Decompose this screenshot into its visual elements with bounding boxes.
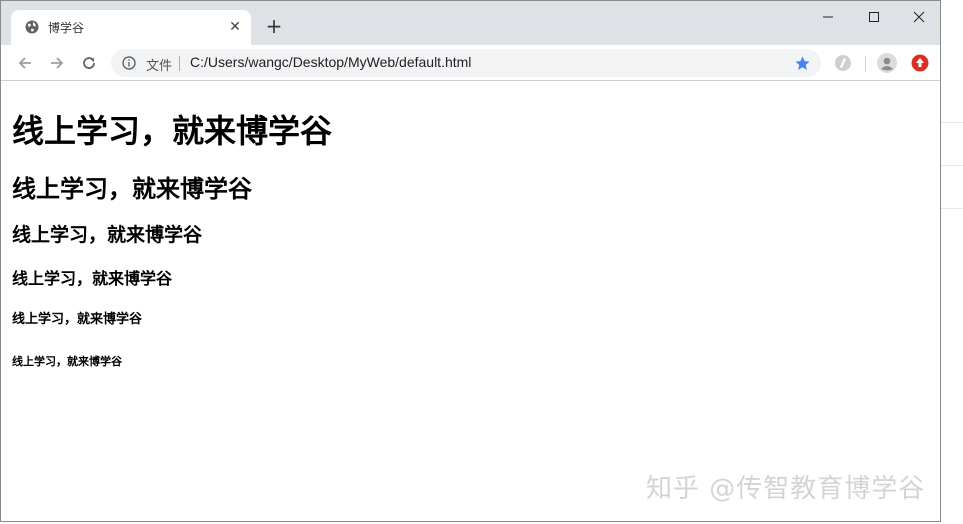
minimize-button[interactable]: [805, 1, 851, 33]
arrow-right-icon: [51, 57, 64, 69]
arrow-left-icon: [18, 57, 31, 69]
tab-close-icon[interactable]: ✕: [227, 19, 243, 35]
star-icon[interactable]: [794, 55, 811, 72]
globe-icon: [25, 20, 39, 34]
background-strip: [941, 0, 963, 524]
minimize-icon: [823, 16, 833, 18]
update-icon[interactable]: [911, 54, 929, 72]
extension-icon[interactable]: [834, 54, 852, 72]
background-divider: [941, 122, 963, 123]
reload-button[interactable]: [77, 51, 101, 75]
browser-tab[interactable]: 博学谷 ✕: [11, 10, 251, 45]
heading-4: 线上学习，就来博学谷: [12, 269, 173, 288]
url-text[interactable]: C:/Users/wangc/Desktop/MyWeb/default.htm…: [190, 54, 471, 70]
heading-5: 线上学习，就来博学谷: [12, 312, 143, 327]
forward-button[interactable]: [45, 51, 69, 75]
watermark: 知乎 @传智教育博学谷: [646, 474, 926, 504]
back-button[interactable]: [13, 51, 37, 75]
heading-2: 线上学习，就来博学谷: [12, 175, 252, 203]
title-bar: 博学谷 ✕ +: [1, 1, 940, 45]
maximize-icon: [869, 12, 879, 22]
heading-6: 线上学习，就来博学谷: [12, 355, 122, 368]
toolbar-divider: [865, 56, 866, 72]
tab-title: 博学谷: [48, 21, 85, 35]
heading-3: 线上学习，就来博学谷: [12, 224, 203, 246]
close-window-button[interactable]: [896, 1, 940, 33]
close-icon: [913, 11, 925, 23]
background-divider: [941, 208, 963, 209]
reload-icon: [83, 57, 95, 69]
avatar-icon[interactable]: [877, 53, 897, 73]
new-tab-button[interactable]: +: [263, 15, 285, 37]
maximize-button[interactable]: [851, 1, 897, 33]
address-bar[interactable]: 文件 C:/Users/wangc/Desktop/MyWeb/default.…: [111, 49, 821, 77]
heading-1: 线上学习，就来博学谷: [12, 112, 333, 150]
info-icon[interactable]: [122, 56, 136, 70]
browser-window: 博学谷 ✕ + 文件 C:/Users/wangc/Desktop/MyWeb/…: [0, 0, 941, 522]
omnibox-divider: [179, 56, 180, 71]
toolbar: 文件 C:/Users/wangc/Desktop/MyWeb/default.…: [1, 45, 940, 81]
security-label: 文件: [146, 59, 173, 74]
background-divider: [941, 165, 963, 166]
page-content: 线上学习，就来博学谷 线上学习，就来博学谷 线上学习，就来博学谷 线上学习，就来…: [1, 82, 940, 521]
